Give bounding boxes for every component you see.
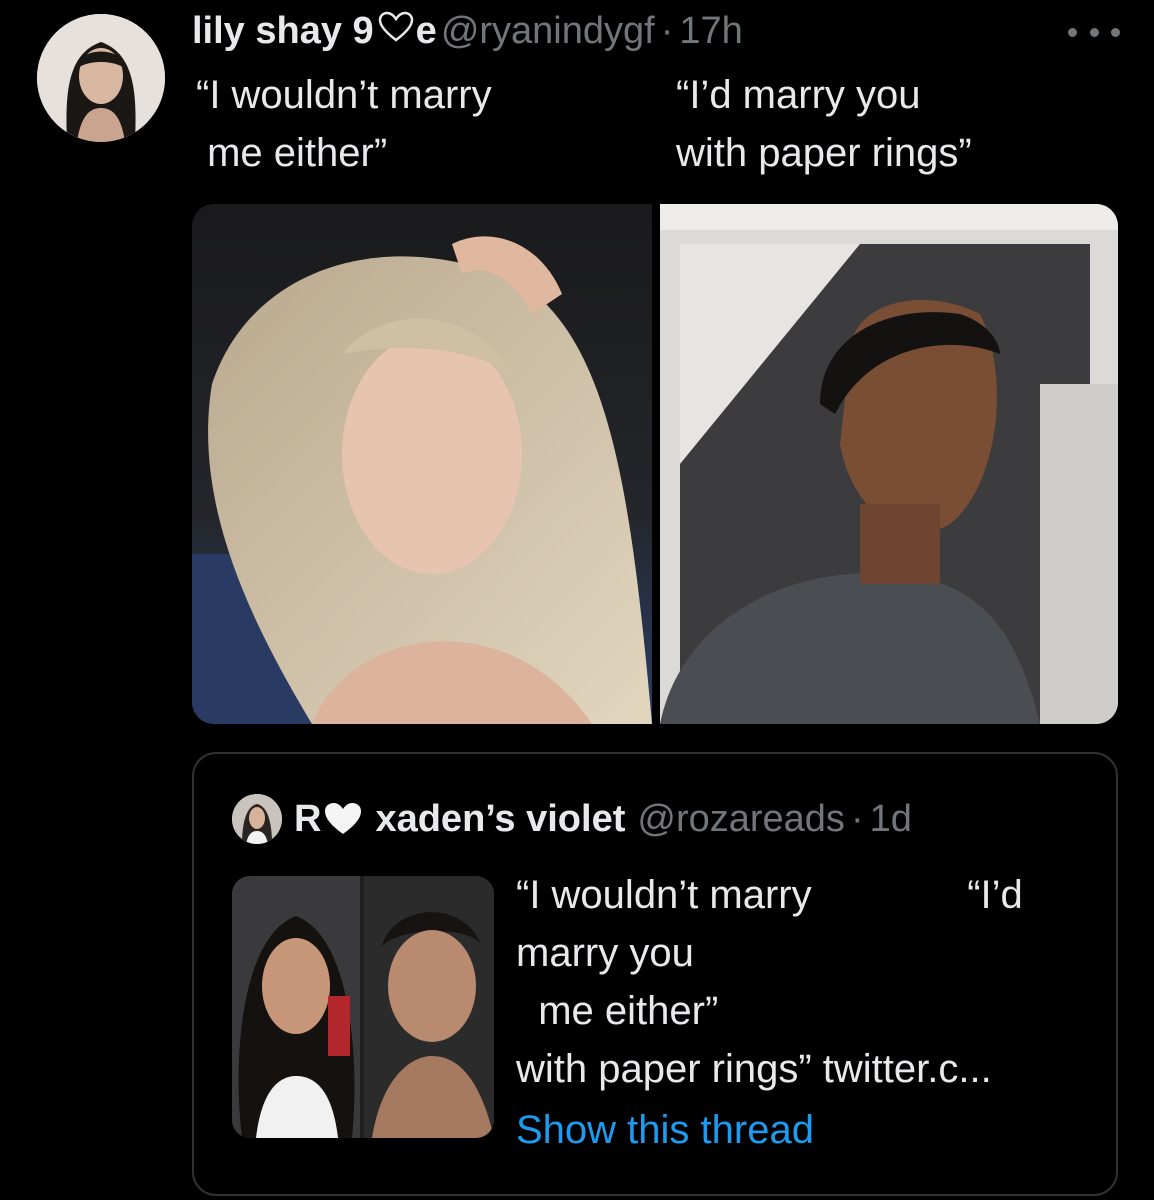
quote-separator-dot: ·: [850, 797, 864, 840]
media-photo-woman[interactable]: [192, 204, 652, 724]
tweet-media-grid: [192, 204, 1118, 724]
author-name-suffix: e: [415, 10, 437, 52]
author-avatar[interactable]: [37, 14, 165, 142]
quote-author-name[interactable]: xaden’s violet: [375, 798, 625, 841]
tweet-header: lily shay 9 e @ryanindygf · 17h: [192, 10, 743, 60]
author-handle[interactable]: @ryanindygf: [441, 10, 655, 53]
tweet-text-left: “I wouldn’t marry me either”: [196, 73, 492, 175]
quote-author-prefix[interactable]: R: [294, 798, 321, 841]
quote-timestamp[interactable]: 1d: [870, 798, 912, 841]
quote-text: “I wouldn’t marry “I’d marry you me eith…: [516, 873, 1023, 1091]
quote-header: R xaden’s violet @rozareads · 1d: [294, 794, 912, 844]
show-thread-link[interactable]: Show this thread: [516, 1108, 814, 1153]
author-name[interactable]: lily shay 9: [192, 10, 374, 53]
tweet-timestamp[interactable]: 17h: [679, 10, 742, 53]
quoted-tweet[interactable]: R xaden’s violet @rozareads · 1d “I woul…: [192, 752, 1118, 1196]
quote-media-thumbnail[interactable]: [232, 876, 494, 1138]
quote-author-avatar[interactable]: [232, 794, 282, 844]
more-horizontal-icon[interactable]: [1068, 22, 1120, 42]
separator-dot: ·: [660, 10, 674, 52]
media-photo-man[interactable]: [660, 204, 1118, 724]
tweet-text-right: “I’d marry you with paper rings”: [676, 73, 972, 175]
heart-filled-icon: [325, 803, 362, 834]
heart-outline-icon: [378, 11, 413, 42]
tweet[interactable]: lily shay 9 e @ryanindygf · 17h “I would…: [0, 0, 1154, 1200]
quote-author-handle[interactable]: @rozareads: [637, 798, 845, 841]
